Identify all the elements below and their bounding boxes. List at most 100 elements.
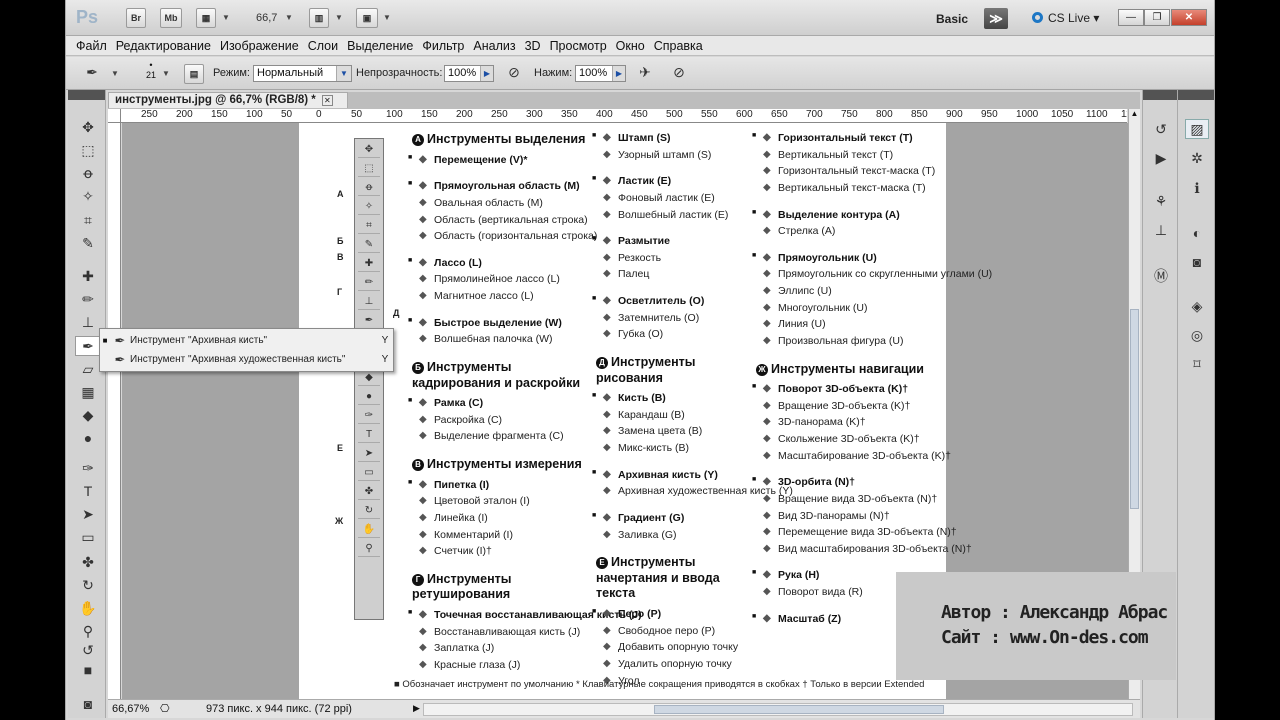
clone-source-panel-icon[interactable]: ⚘ [1149,191,1173,211]
channels-panel-icon[interactable]: ◎ [1185,325,1209,345]
dodge-tool-icon[interactable]: ● [75,428,101,448]
eyedropper-tool-icon[interactable]: ✎ [75,233,101,253]
3d-orbit-tool-icon[interactable]: ↻ [75,575,101,595]
color-swatches[interactable]: ■ [75,660,101,680]
scroll-up-icon[interactable]: ▲ [1129,109,1140,118]
status-info-icon[interactable]: ⎔ [160,702,170,715]
lasso-tool-icon[interactable]: ꝋ [75,163,101,183]
opacity-pressure-icon[interactable]: ⊘ [501,62,527,82]
hand-tool-icon[interactable]: ✋ [75,598,101,618]
quick-mask-icon[interactable]: ◙ [75,694,101,714]
document-tab[interactable]: инструменты.jpg @ 66,7% (RGB/8) * ✕ [108,92,348,108]
history-brush-tool-icon[interactable]: ✒ [75,336,101,356]
status-zoom[interactable]: 66,67% [112,703,149,715]
opacity-slider-icon: ▶ [480,66,493,81]
masks-panel-icon[interactable]: ◙ [1185,252,1209,272]
menu-item-5[interactable]: Фильтр [422,36,473,55]
swap-colors-icon[interactable]: ↺ [75,640,101,660]
close-document-icon[interactable]: ✕ [321,95,333,106]
brush-picker-dropdown-icon[interactable]: ▼ [162,69,170,78]
history-brush-preset-icon[interactable]: ✒ [80,62,104,82]
brush-size-preview[interactable]: • 21 [144,60,158,80]
marquee-tool-icon[interactable]: ⬚ [75,140,101,160]
menu-item-9[interactable]: Окно [616,36,654,55]
close-window-button[interactable]: ✕ [1171,9,1207,26]
mode-select[interactable]: Нормальный ▼ [253,65,352,82]
mini-bridge-button[interactable]: Mb [160,8,182,28]
menu-item-6[interactable]: Анализ [473,36,524,55]
spot-healing-tool-icon[interactable]: ✚ [75,266,101,286]
eraser-tool-icon[interactable]: ▱ [75,359,101,379]
flyout-item-history-brush[interactable]: ■ ✒ Инструмент "Архивная кисть" Y [100,331,393,350]
actions-panel-icon[interactable]: ▶ [1149,148,1173,168]
clone-stamp-tool-icon[interactable]: ⊥ [75,312,101,332]
menu-item-4[interactable]: Выделение [347,36,422,55]
zoom-tool-icon[interactable]: ⚲ [75,621,101,641]
crop-tool-icon[interactable]: ⌗ [75,210,101,230]
ruler-origin[interactable] [108,109,121,123]
menu-item-0[interactable]: Файл [76,36,116,55]
arrange-documents-button[interactable]: ▥ [309,8,329,28]
menu-item-3[interactable]: Слои [308,36,347,55]
path-selection-tool-icon[interactable]: ➤ [75,504,101,524]
workspace-basic[interactable]: Basic [936,12,968,26]
type-tool-icon[interactable]: T [75,481,101,501]
vertical-ruler[interactable] [108,123,121,699]
cs-live-menu[interactable]: CS Live ▾ [1032,11,1099,25]
horizontal-ruler[interactable]: 250 200 150 100 50 0 50 100 150 200 250 300 350 400 45… [121,109,1127,123]
brush-tool-icon[interactable]: ✏ [75,289,101,309]
panel-dock-header-right[interactable] [1178,90,1214,100]
shape-tool-icon[interactable]: ▭ [75,527,101,547]
flow-input[interactable]: 100% ▶ [575,65,626,82]
view-extras-button[interactable]: ▦ [196,8,216,28]
view-extras-dropdown-icon[interactable]: ▼ [222,13,230,22]
menu-item-1[interactable]: Редактирование [116,36,220,55]
more-workspaces-button[interactable]: ≫ [984,8,1008,29]
minimize-button[interactable]: — [1118,9,1144,26]
paths-panel-icon[interactable]: ⌑ [1185,354,1209,374]
3d-rotate-tool-icon[interactable]: ✤ [75,552,101,572]
brush-panel-toggle[interactable]: ▤ [184,64,204,84]
menu-item-8[interactable]: Просмотр [550,36,616,55]
size-pressure-icon[interactable]: ⊘ [666,62,692,82]
history-panel-icon[interactable]: ↺ [1149,119,1173,139]
tool-list-item: ◆ Заплатка (J) [419,642,592,655]
mini-bridge-panel-icon[interactable]: Ⓜ [1149,266,1173,286]
navigator-panel-icon[interactable]: ▨ [1185,119,1209,139]
status-menu-icon[interactable]: ▶ [413,703,420,714]
pen-tool-icon[interactable]: ✑ [75,458,101,478]
bridge-button[interactable]: Br [126,8,146,28]
info-panel-icon[interactable]: ℹ [1185,178,1209,198]
tools-panel-header[interactable] [68,90,105,100]
horizontal-scroll-thumb[interactable] [654,705,944,714]
restore-button[interactable]: ❐ [1144,9,1170,26]
tool-preset-dropdown-icon[interactable]: ▼ [111,69,119,78]
zoom-level-value[interactable]: 66,7 [256,12,277,24]
tool-presets-panel-icon[interactable]: ⊥ [1149,220,1173,240]
menu-item-7[interactable]: 3D [525,36,550,55]
opacity-input[interactable]: 100% ▶ [444,65,494,82]
airbrush-icon[interactable]: ✈ [632,62,658,82]
adjustments-panel-icon[interactable]: ◐ [1185,223,1209,243]
screen-mode-dropdown-icon[interactable]: ▼ [383,13,391,22]
screen-mode-button[interactable]: ▣ [356,8,378,28]
tool-thumb-icon: ◆ [763,433,771,444]
menu-item-2[interactable]: Изображение [220,36,308,55]
tool-list-item: ◆ Свободное перо (P) [603,625,754,638]
layers-panel-icon[interactable]: ◈ [1185,296,1209,316]
panel-dock-header[interactable] [1143,90,1177,100]
tool-list-label: Линия (U) [778,318,826,331]
quick-selection-tool-icon[interactable]: ✧ [75,186,101,206]
blur-tool-icon[interactable]: ◆ [75,405,101,425]
gradient-tool-icon[interactable]: ▦ [75,382,101,402]
zoom-dropdown-icon[interactable]: ▼ [285,13,293,22]
flyout-item-art-history-brush[interactable]: ✒ Инструмент "Архивная художественная кис… [100,350,393,369]
menu-item-10[interactable]: Справка [654,36,712,55]
move-tool-icon[interactable]: ✥ [75,117,101,137]
ruler-tick-label: 350 [561,109,578,120]
vertical-scroll-thumb[interactable] [1130,309,1139,509]
color-wheel-panel-icon[interactable]: ✲ [1185,148,1209,168]
arrange-dropdown-icon[interactable]: ▼ [335,13,343,22]
horizontal-scrollbar[interactable] [423,703,1133,716]
